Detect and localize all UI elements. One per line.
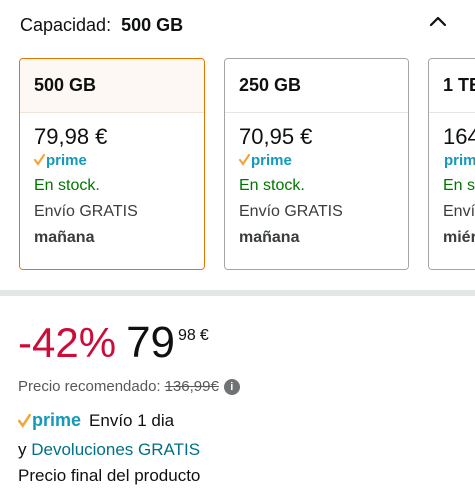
chevron-up-icon[interactable] [427,10,449,32]
capacity-value: 500 GB [121,15,184,35]
info-icon[interactable]: i [223,378,240,395]
delivery-day: miér [443,229,475,246]
discount-percent: -42% [18,319,117,366]
option-price: 164 [443,124,475,149]
delivery-day: mañana [239,229,300,246]
option-title: 250 GB [225,59,408,113]
price-display: -42% 79 98 € [18,318,209,374]
price-currency: € [199,327,209,344]
prime-check-icon [239,154,250,166]
prime-check-icon [18,413,31,428]
price-whole: 79 [126,318,176,367]
prime-badge: prime [239,151,408,169]
returns-prefix: y [18,440,27,459]
option-card-500gb[interactable]: 500 GB 79,98 € prime En stock. Envío GRA… [19,58,205,270]
returns-line: y Devoluciones GRATIS [18,440,200,460]
option-card-1tb[interactable]: 1 TB 164 prime En st Enví miér [428,58,475,270]
stock-status: En stock. [34,177,100,194]
option-title: 1 TB [429,59,475,113]
stock-status: En stock. [239,177,305,194]
price-fraction: 98 [178,327,196,344]
delivery-day: mañana [34,229,95,246]
prime-label: prime [444,151,475,169]
capacity-selector-label: Capacidad: 500 GB [20,14,183,36]
prime-badge: prime [443,151,475,169]
shipping-text: Enví [443,203,475,220]
option-price: 79,98 € [34,124,108,149]
prime-label: prime [251,151,292,169]
prime-delivery: prime Envío 1 dia [18,410,174,431]
capacity-label: Capacidad: [20,15,112,35]
recommended-price: Precio recomendado: 136,99€ i [18,378,240,395]
prime-label: prime [32,410,82,430]
option-card-250gb[interactable]: 250 GB 70,95 € prime En stock. Envío GRA… [224,58,409,270]
option-price: 70,95 € [239,124,313,149]
shipping-text: Envío GRATIS [34,203,138,220]
rrp-label: Precio recomendado: [18,378,161,395]
shipping-text: Envío GRATIS [239,203,343,220]
section-divider [0,290,475,296]
free-returns-link[interactable]: Devoluciones GRATIS [31,440,200,459]
delivery-speed: Envío 1 dia [89,410,175,430]
final-price-note: Precio final del producto [18,466,201,485]
option-title: 500 GB [20,59,204,113]
rrp-value: 136,99€ [164,378,219,395]
prime-badge: prime [34,151,204,169]
prime-check-icon [34,154,45,166]
stock-status: En st [443,177,475,194]
prime-label: prime [46,151,87,169]
